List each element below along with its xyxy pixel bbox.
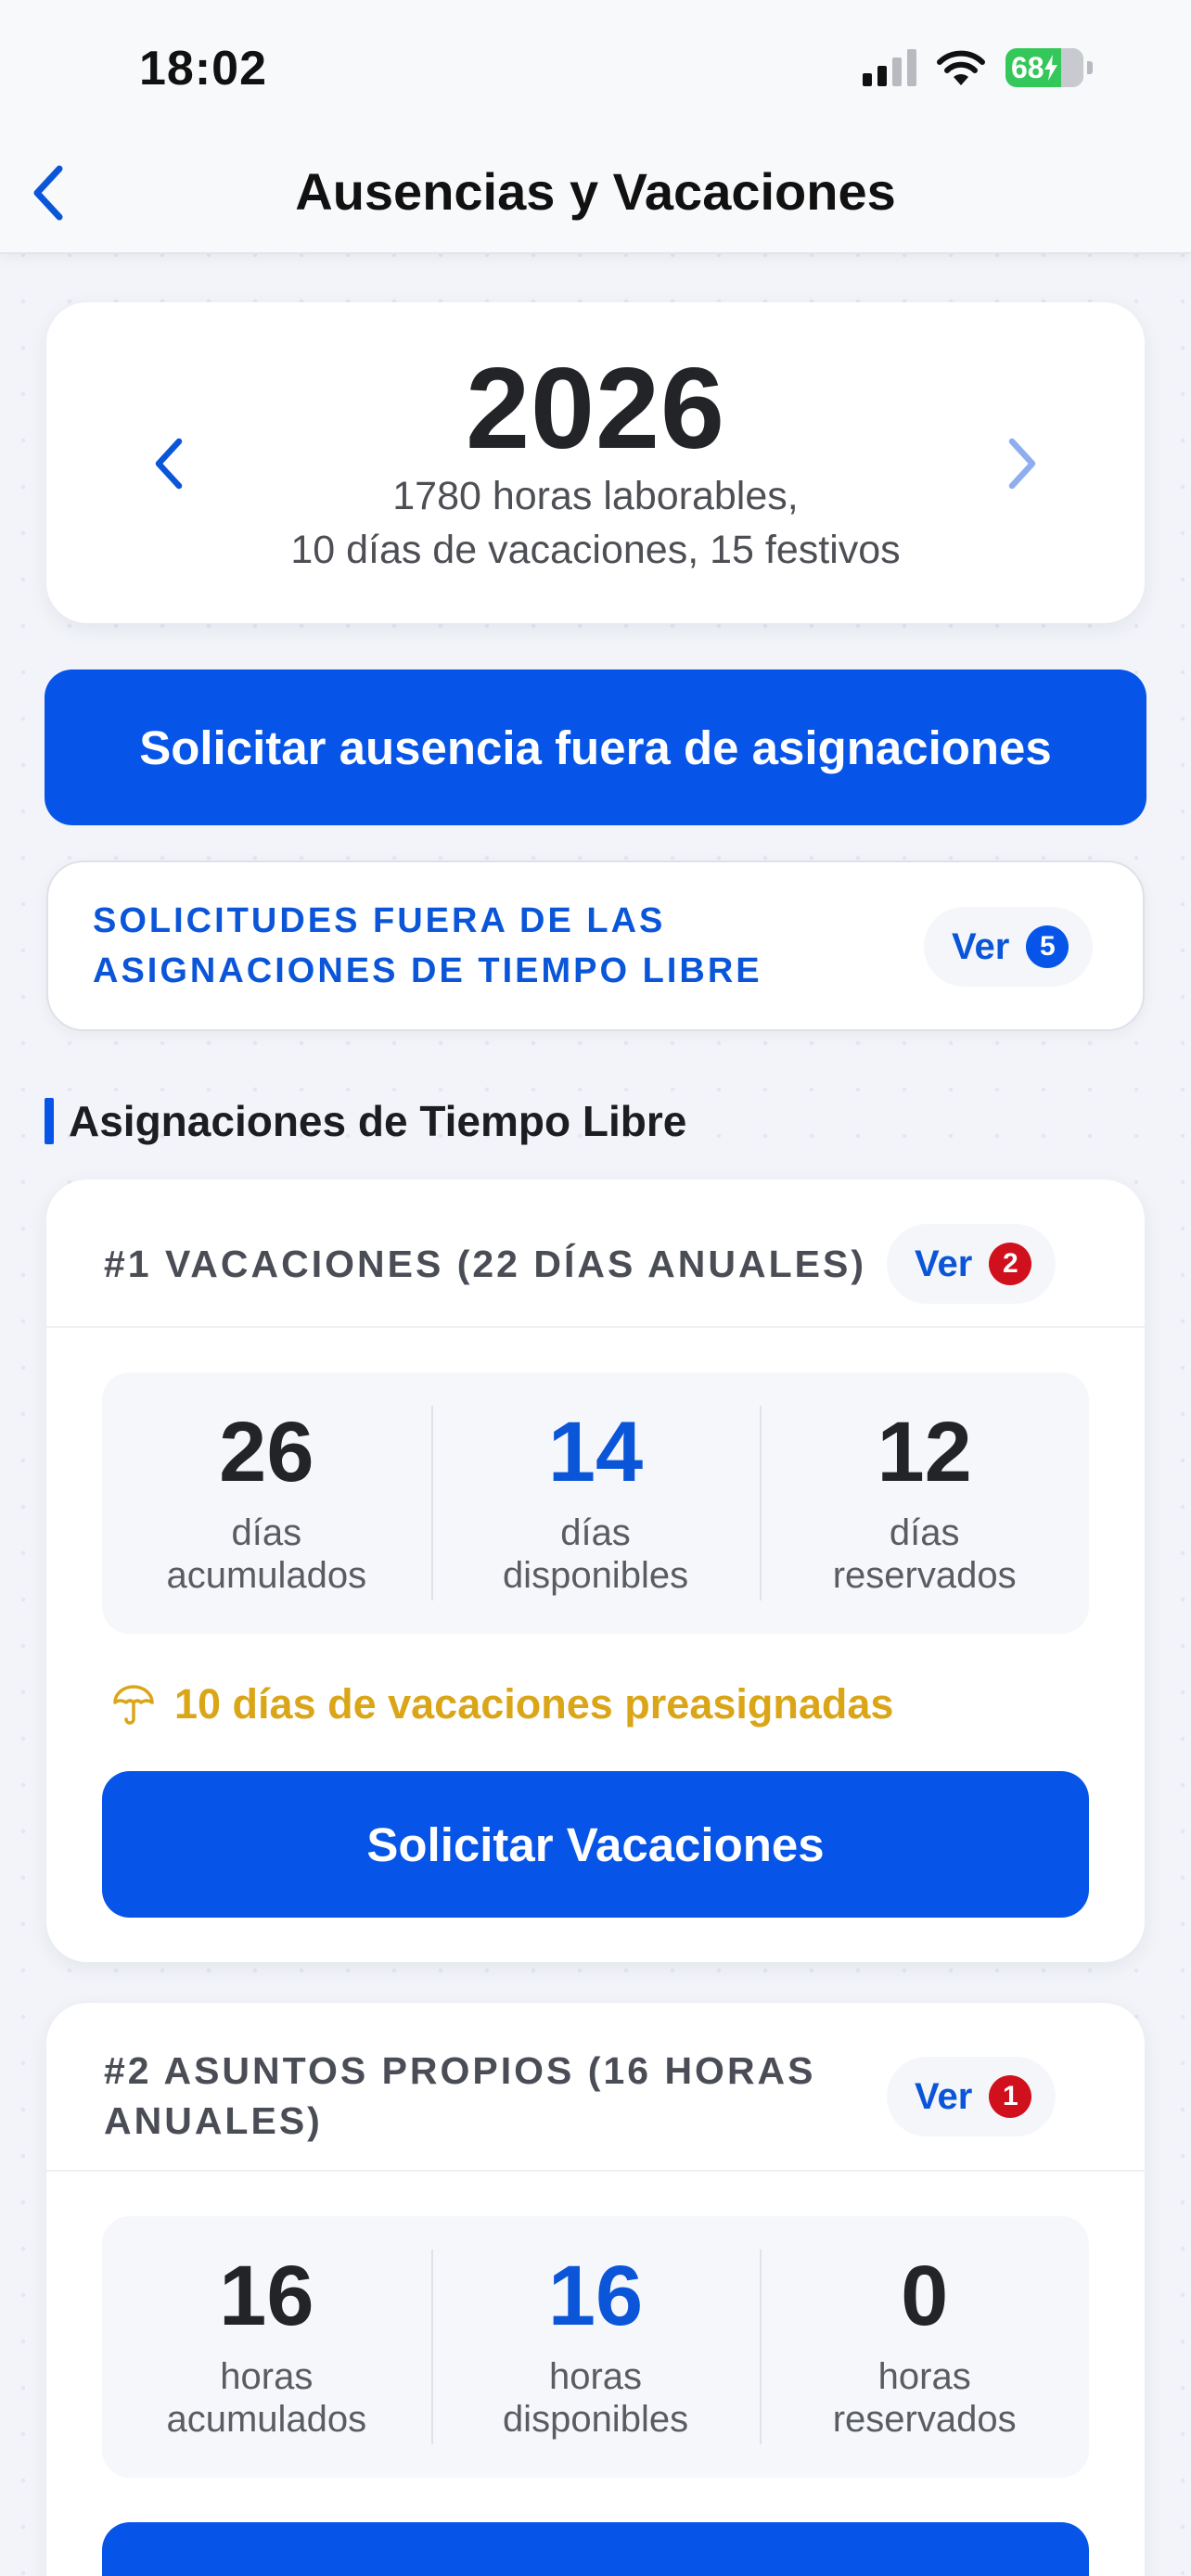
- vacaciones-view-button[interactable]: Ver 2: [887, 1224, 1057, 1304]
- stat-label: días reservados: [832, 1512, 1017, 1596]
- stat-label: horas disponibles: [502, 2356, 689, 2440]
- wifi-icon: [937, 50, 985, 85]
- battery-level: 68: [1011, 50, 1044, 84]
- status-icons: 68: [863, 48, 1093, 87]
- requests-outside-view-button[interactable]: Ver 5: [924, 907, 1094, 987]
- count-badge: 5: [1026, 925, 1069, 968]
- request-asuntos-propios-button[interactable]: [102, 2522, 1089, 2576]
- stat-value: 26: [219, 1405, 314, 1499]
- request-absence-outside-button[interactable]: Solicitar ausencia fuera de asignaciones: [45, 670, 1146, 825]
- requests-outside-label: SOLICITUDES FUERA DE LAS ASIGNACIONES DE…: [93, 896, 853, 996]
- top-bar: 18:02 68 Ausencias y Vacaciones: [0, 0, 1191, 254]
- request-vacation-button[interactable]: Solicitar Vacaciones: [102, 1771, 1089, 1918]
- year-summary-days: 10 días de vacaciones, 15 festivos: [290, 528, 901, 572]
- allocation-title: #1 VACACIONES (22 DÍAS ANUALES): [104, 1243, 867, 1285]
- stat-accumulated: 16 horas acumulados: [102, 2216, 431, 2478]
- battery-charging-icon: 68: [1005, 48, 1083, 87]
- section-accent-bar: [45, 1098, 54, 1144]
- year-title: 2026: [466, 345, 725, 473]
- page: 18:02 68 Ausencias y Vacaciones 2026 178…: [0, 0, 1191, 2576]
- section-title-text: Asignaciones de Tiempo Libre: [69, 1097, 687, 1145]
- stat-value: 16: [219, 2249, 314, 2343]
- asuntos-propios-stats: 16 horas acumulados 16 horas disponibles…: [102, 2216, 1089, 2478]
- stat-label: horas acumulados: [166, 2356, 367, 2440]
- stat-value: 16: [547, 2249, 644, 2343]
- divider: [46, 1326, 1145, 1328]
- status-time: 18:02: [139, 42, 267, 96]
- requests-outside-label-line1: SOLICITUDES FUERA DE LAS: [93, 901, 666, 940]
- requests-outside-label-line2: ASIGNACIONES DE TIEMPO LIBRE: [93, 951, 762, 990]
- preassigned-note: 10 días de vacaciones preasignadas: [111, 1680, 893, 1728]
- vacaciones-stats: 26 días acumulados 14 días disponibles 1…: [102, 1372, 1089, 1634]
- allocation-title-line2: ANUALES): [104, 2099, 323, 2142]
- preassigned-text: 10 días de vacaciones preasignadas: [174, 1680, 894, 1728]
- stat-reserved: 12 días reservados: [760, 1372, 1089, 1634]
- battery-nub: [1087, 61, 1093, 74]
- allocation-title: #2 ASUNTOS PROPIOS (16 HORAS ANUALES): [104, 2046, 816, 2146]
- stat-label: días acumulados: [166, 1512, 367, 1596]
- view-label: Ver: [952, 925, 1010, 967]
- stat-reserved: 0 horas reservados: [760, 2216, 1089, 2478]
- section-title: Asignaciones de Tiempo Libre: [45, 1096, 686, 1146]
- stat-accumulated: 26 días acumulados: [102, 1372, 431, 1634]
- count-badge: 2: [989, 1243, 1032, 1285]
- stat-value: 0: [901, 2249, 949, 2343]
- stat-available: 14 días disponibles: [430, 1372, 761, 1634]
- umbrella-icon: [113, 1685, 154, 1725]
- view-label: Ver: [915, 1243, 973, 1284]
- stat-value: 12: [877, 1405, 972, 1499]
- stat-label: días disponibles: [502, 1512, 689, 1596]
- stat-label: horas reservados: [832, 2356, 1017, 2440]
- stat-available: 16 horas disponibles: [430, 2216, 761, 2478]
- divider: [46, 2170, 1145, 2172]
- page-title: Ausencias y Vacaciones: [295, 162, 896, 221]
- allocation-title-line1: #2 ASUNTOS PROPIOS (16 HORAS: [104, 2049, 816, 2092]
- year-summary: 1780 horas laborables, 10 días de vacaci…: [0, 469, 1191, 577]
- asuntos-propios-view-button[interactable]: Ver 1: [887, 2057, 1057, 2136]
- stat-value: 14: [547, 1405, 644, 1499]
- count-badge: 1: [989, 2075, 1032, 2118]
- year-summary-hours: 1780 horas laborables,: [392, 474, 799, 518]
- cellular-signal-icon: [863, 49, 916, 86]
- view-label: Ver: [915, 2075, 973, 2117]
